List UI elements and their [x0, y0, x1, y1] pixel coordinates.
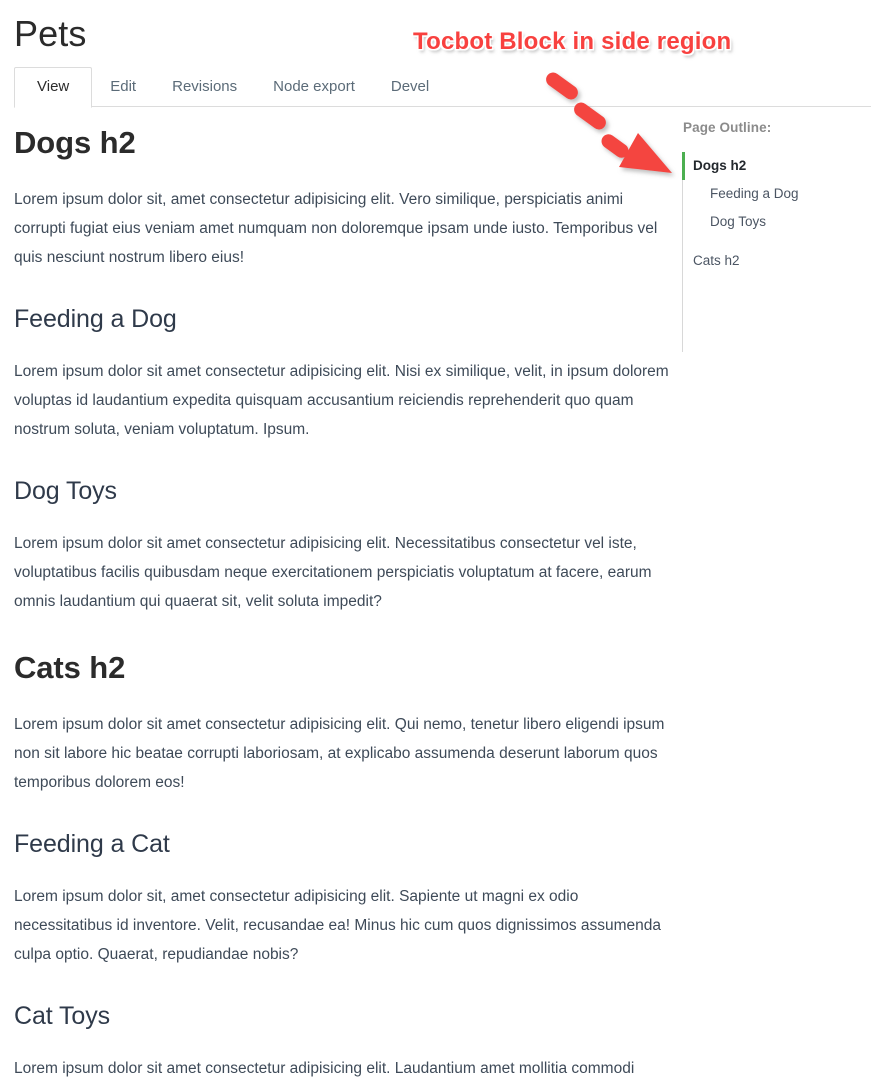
- tab-node-export-label: Node export: [273, 78, 355, 95]
- toc-group-spacer: [679, 236, 871, 247]
- paragraph-dogs: Lorem ipsum dolor sit, amet consectetur …: [14, 191, 658, 266]
- toc-active-marker: [682, 152, 685, 180]
- tocbot-block: Page Outline: Dogs h2 Feeding a Dog Dog …: [679, 119, 871, 352]
- paragraph-feeding-a-dog: Lorem ipsum dolor sit amet consectetur a…: [14, 363, 669, 438]
- toc-inactive-marker: [682, 180, 685, 208]
- toc-item-label: Feeding a Dog: [710, 186, 799, 201]
- tab-edit-label: Edit: [110, 78, 137, 95]
- heading-cat-toys: Cat Toys: [14, 1002, 111, 1030]
- tab-edit[interactable]: Edit: [92, 67, 154, 107]
- page-title: Pets: [14, 13, 87, 54]
- tabs-list: View Edit Revisions Node export Devel: [14, 66, 447, 108]
- paragraph-cats: Lorem ipsum dolor sit amet consectetur a…: [14, 716, 665, 791]
- heading-feeding-a-dog: Feeding a Dog: [14, 305, 177, 333]
- toc-list: Dogs h2 Feeding a Dog Dog Toys Cats h2: [679, 152, 871, 352]
- paragraph-feeding-a-cat: Lorem ipsum dolor sit, amet consectetur …: [14, 888, 662, 963]
- heading-dog-toys: Dog Toys: [14, 477, 117, 505]
- heading-cats-h2: Cats h2: [14, 650, 126, 685]
- heading-dogs-h2: Dogs h2: [14, 125, 136, 160]
- page-outline-heading: Page Outline:: [683, 120, 772, 135]
- paragraph-dog-toys: Lorem ipsum dolor sit amet consectetur a…: [14, 535, 652, 610]
- tab-devel[interactable]: Devel: [373, 67, 447, 107]
- toc-item-feeding-a-dog[interactable]: Feeding a Dog: [679, 180, 871, 208]
- tab-revisions-label: Revisions: [172, 78, 238, 95]
- toc-inactive-marker: [682, 247, 685, 275]
- toc-item-label: Cats h2: [693, 253, 740, 268]
- toc-item-dog-toys[interactable]: Dog Toys: [679, 208, 871, 236]
- tab-view[interactable]: View: [14, 67, 93, 108]
- primary-tabs: View Edit Revisions Node export Devel: [0, 66, 871, 108]
- tab-node-export[interactable]: Node export: [255, 67, 373, 107]
- toc-item-label: Dog Toys: [710, 214, 767, 229]
- heading-feeding-a-cat: Feeding a Cat: [14, 830, 170, 858]
- toc-item-cats-h2[interactable]: Cats h2: [679, 247, 871, 275]
- article-content: Dogs h2 Lorem ipsum dolor sit, amet cons…: [14, 124, 679, 1083]
- tab-view-label: View: [37, 78, 70, 95]
- toc-inactive-marker: [682, 208, 685, 236]
- tab-revisions[interactable]: Revisions: [154, 67, 255, 107]
- toc-item-dogs-h2[interactable]: Dogs h2: [679, 152, 871, 180]
- toc-item-label: Dogs h2: [693, 158, 747, 173]
- paragraph-cat-toys: Lorem ipsum dolor sit amet consectetur a…: [14, 1060, 635, 1077]
- tab-devel-label: Devel: [390, 78, 430, 95]
- annotation-label: Tocbot Block in side region: [413, 28, 732, 55]
